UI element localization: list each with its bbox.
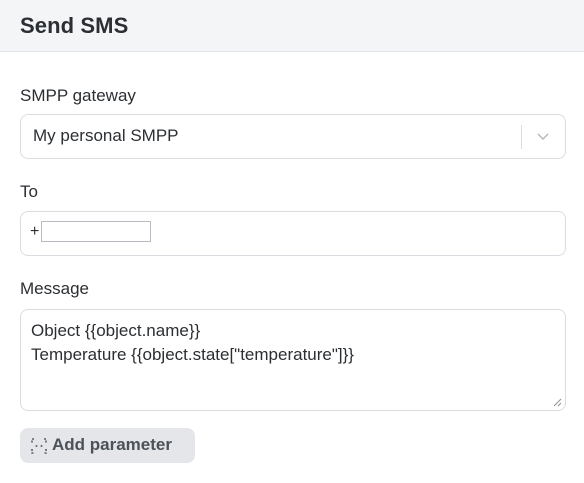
add-parameter-label: Add parameter xyxy=(52,435,172,454)
phone-number-input[interactable] xyxy=(41,221,151,242)
resize-grip-icon[interactable] xyxy=(552,397,562,407)
send-sms-panel: Send SMS SMPP gateway My personal SMPP T… xyxy=(0,0,584,483)
message-label: Message xyxy=(20,279,89,298)
page-title: Send SMS xyxy=(20,13,129,38)
braces-icon xyxy=(31,438,47,454)
to-field: + xyxy=(20,211,566,256)
add-parameter-button[interactable]: Add parameter xyxy=(20,428,195,463)
gateway-select[interactable]: My personal SMPP xyxy=(20,114,566,159)
select-divider xyxy=(521,125,522,149)
to-label: To xyxy=(20,182,38,201)
message-textarea[interactable]: Object {{object.name}} Temperature {{obj… xyxy=(20,309,566,411)
panel-header: Send SMS xyxy=(0,0,584,52)
gateway-selected-value: My personal SMPP xyxy=(33,126,179,145)
phone-prefix: + xyxy=(30,223,40,240)
chevron-down-icon[interactable] xyxy=(533,126,553,146)
gateway-label: SMPP gateway xyxy=(20,86,136,105)
